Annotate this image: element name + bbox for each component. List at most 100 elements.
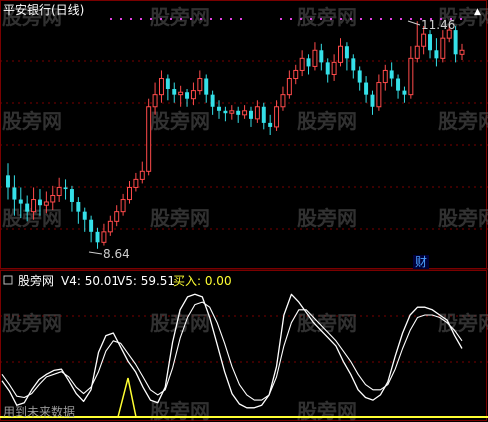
candle-body [146,106,152,172]
watermark: 股旁网 [438,206,488,230]
signal-dot [190,18,192,20]
candle-body [82,211,87,220]
chart-canvas: 股旁网 股旁网 股旁网 股旁网 股旁网 股旁网 股旁网 股旁网 股旁网 股旁网 … [0,0,488,422]
candle-body [402,90,407,95]
signal-dot [340,18,342,20]
signal-dot [110,18,112,20]
candle-body [421,33,427,47]
watermark: 股旁网 [2,109,62,133]
candle-body [274,106,280,128]
signal-dot [280,18,282,20]
signal-dot [460,18,462,20]
signal-dot [150,18,152,20]
candle-body [364,82,369,95]
sub-panel-frame [0,270,487,421]
v5-value: V5: 59.51 [117,274,175,288]
candle-body [319,50,324,63]
candle-body [351,58,356,71]
candle-body [56,186,62,197]
signal-dot [390,18,392,20]
candle-body [453,30,458,55]
candle-body [389,70,394,79]
signal-dot [320,18,322,20]
candle-body [43,201,49,206]
candle-body [312,49,318,67]
signal-dot [300,18,302,20]
candle-body [268,122,273,127]
candle-body [63,187,68,190]
candle-body [50,195,56,203]
candle-body [172,89,177,95]
candle-body [127,186,132,201]
candle-body [376,82,382,108]
main-chart-title: 平安银行(日线) [3,2,84,17]
watermark: 股旁网 [297,109,357,133]
candle-body [286,78,292,96]
candle-body [133,178,139,188]
candle-body [25,203,30,212]
watermark: 股旁网 [438,109,488,133]
candle-body [242,110,248,116]
candle-body [76,201,81,212]
candle-body [107,220,113,233]
candle-body [139,170,145,180]
signal-dot [350,18,352,20]
signal-dot [170,18,172,20]
candle-body [249,110,253,119]
candle-body [69,189,74,202]
candle-body [357,70,362,83]
signal-dot [220,18,222,20]
candle-body [293,69,299,80]
watermark: 股旁网 [297,399,357,422]
signal-dot [180,18,182,20]
candle-body [6,175,10,188]
series-line-V4 [1,293,463,409]
candle-body [414,45,420,59]
candle-body [370,94,375,107]
candle-body [459,49,465,55]
buy-value: 买入: 0.00 [173,274,232,288]
signal-dot [160,18,162,20]
signal-dot [380,18,382,20]
candle-body [344,46,349,59]
signal-dot [200,18,202,20]
buy-signal-spike [117,377,137,418]
candle-body [101,231,107,243]
candle-body [428,34,433,51]
low-price-label: 8.64 [103,247,130,261]
candle-body [114,211,120,222]
watermark: 股旁网 [150,206,210,230]
cai-badge[interactable]: 财 [415,255,427,269]
candle-body [261,106,266,123]
gridlines [0,60,488,363]
candle-body [18,199,23,204]
signal-dot [210,18,212,20]
candle-body [396,78,401,91]
signal-dot [330,18,332,20]
sub-panel-handle-icon[interactable] [3,275,13,285]
watermark: 股旁网 [150,5,210,29]
candle-body [12,187,17,200]
signal-dot [360,18,362,20]
signal-dot [370,18,372,20]
signal-dot [400,18,402,20]
signal-dot [120,18,122,20]
watermark: 股旁网 [150,311,210,335]
candle-body [204,78,209,95]
v4-value: V4: 50.01 [61,274,119,288]
candle-body [120,199,126,213]
candle-body [229,110,235,114]
candle-body [158,78,164,96]
candle-body [440,37,446,59]
candle-body [89,219,94,232]
watermark: 股旁网 [2,311,62,335]
signal-dot [230,18,232,20]
candle-body [37,199,42,206]
signal-dot [410,18,412,20]
signal-dot [290,18,292,20]
candle-body [408,57,414,96]
watermark: 股旁网 [150,399,210,422]
signal-dot [310,18,312,20]
candle-body [434,50,439,59]
candle-body [254,106,260,120]
